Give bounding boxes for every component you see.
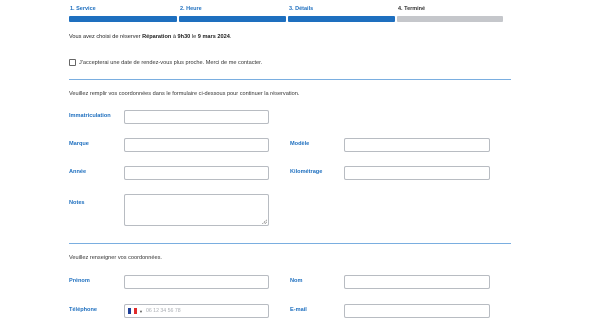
email-label: E-mail [290,307,307,313]
notes-textarea[interactable] [124,194,269,226]
alternate-date-checkbox[interactable] [69,59,76,66]
step-service[interactable]: 1. Service [69,4,177,26]
alternate-date-option[interactable]: J'accepterai une date de rendez-vous plu… [69,59,262,66]
telephone-label: Téléphone [69,307,97,313]
immatriculation-field[interactable] [124,110,269,124]
telephone-field[interactable]: ▼ 06 12 34 56 78 [124,304,269,318]
chevron-down-icon[interactable]: ▼ [139,309,143,314]
summary-service: Réparation [142,34,172,40]
annee-field[interactable] [124,166,269,180]
booking-steps: 1. Service 2. Heure 3. Détails 4. Termin… [69,4,503,26]
summary-prefix: Vous avez choisi de réserver [69,34,141,40]
section-divider [69,79,511,80]
prenom-field[interactable] [124,275,269,289]
email-field[interactable] [344,304,490,318]
step-details[interactable]: 3. Détails [288,4,395,26]
modele-field[interactable] [344,138,490,152]
alternate-date-label: J'accepterai une date de rendez-vous plu… [79,59,263,66]
step-progress-bar [397,16,503,22]
modele-label: Modèle [290,141,310,147]
step-heure[interactable]: 2. Heure [179,4,286,26]
nom-field[interactable] [344,275,490,289]
kilometrage-field[interactable] [344,166,490,180]
telephone-placeholder: 06 12 34 56 78 [145,308,181,314]
summary-time: 9h30 [177,34,191,40]
vehicle-intro: Veuillez remplir vos coordonnées dans le… [69,91,300,97]
france-flag-icon[interactable] [128,308,137,314]
summary-on: le [191,34,197,40]
marque-field[interactable] [124,138,269,152]
step-label: 4. Terminé [398,6,426,12]
section-divider [69,243,511,244]
summary-at: à [172,34,176,40]
step-progress-bar [69,16,177,22]
step-label: 2. Heure [180,6,202,12]
annee-label: Année [69,169,87,175]
notes-label: Notes [69,200,85,206]
nom-label: Nom [290,278,303,284]
immatriculation-label: Immatriculation [69,113,111,119]
contact-intro: Veuillez renseigner vos coordonnées. [69,255,162,261]
resize-handle-icon[interactable] [262,219,267,224]
summary-end: . [229,34,232,40]
marque-label: Marque [69,141,89,147]
kilometrage-label: Kilométrage [290,169,323,175]
summary-date: 9 mars 2024 [197,34,230,40]
booking-summary: Vous avez choisi de réserver Réparation … [69,34,231,40]
prenom-label: Prénom [69,278,90,284]
step-label: 3. Détails [289,6,314,12]
booking-page: 1. Service 2. Heure 3. Détails 4. Termin… [0,0,590,332]
step-progress-bar [288,16,395,22]
step-termine: 4. Terminé [397,4,503,26]
step-progress-bar [179,16,286,22]
step-label: 1. Service [70,6,96,12]
